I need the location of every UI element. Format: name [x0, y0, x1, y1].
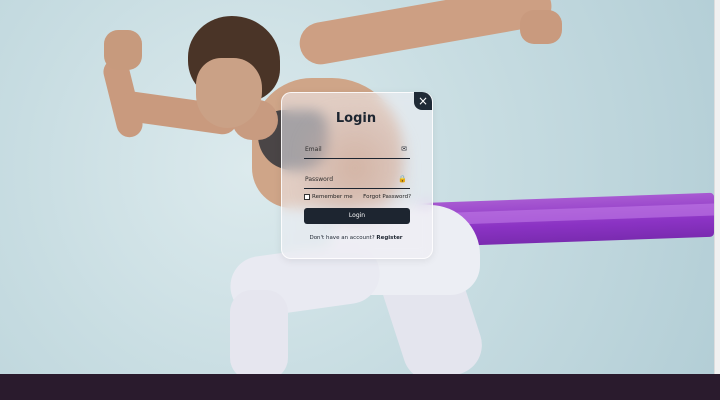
login-title: Login — [335, 111, 377, 126]
password-label: Password — [305, 176, 334, 183]
register-link[interactable]: Register — [376, 235, 402, 241]
athlete-right-arm — [296, 0, 555, 68]
remember-checkbox[interactable] — [304, 194, 310, 200]
athlete-front-shin — [230, 290, 288, 374]
athlete-right-fist — [520, 10, 562, 44]
footer-bar — [0, 374, 720, 400]
athlete-left-fist — [104, 30, 142, 70]
vertical-scrollbar[interactable] — [714, 0, 720, 374]
remember-me[interactable]: Remember me — [304, 194, 353, 200]
register-prompt: Don't have an account? Register — [281, 235, 431, 241]
forgot-password-link[interactable]: Forgot Password? — [361, 194, 411, 200]
login-button[interactable]: Login — [304, 208, 410, 224]
email-field[interactable]: Email ✉ — [304, 144, 410, 159]
remember-label: Remember me — [312, 194, 353, 200]
close-icon[interactable]: × — [414, 92, 432, 110]
password-field[interactable]: Password 🔒 — [304, 174, 410, 189]
lock-icon: 🔒 — [398, 175, 407, 183]
email-label: Email — [305, 146, 322, 153]
register-prompt-text: Don't have an account? — [309, 235, 375, 241]
envelope-icon: ✉ — [401, 145, 407, 153]
